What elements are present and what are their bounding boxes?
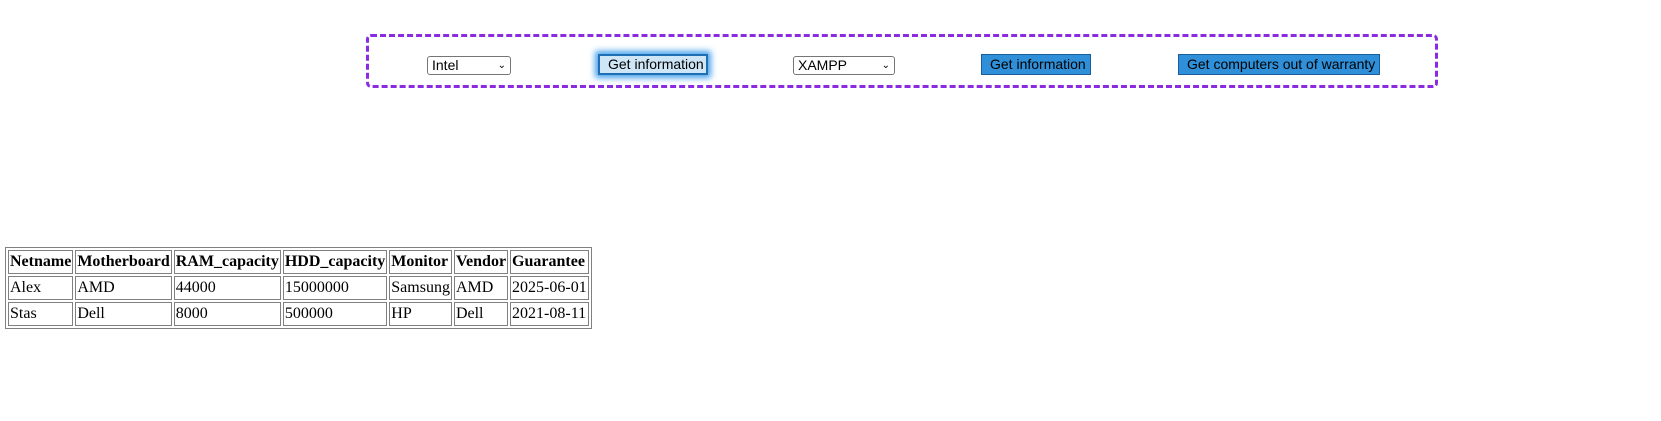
processor-select-value: Intel xyxy=(432,57,459,73)
cell-netname: Alex xyxy=(8,276,74,300)
table-row: Stas Dell 8000 500000 HP Dell 2021-08-11 xyxy=(8,302,589,326)
cell-motherboard: AMD xyxy=(75,276,172,300)
server-select[interactable]: XAMPP ⌄ xyxy=(793,56,895,75)
cell-ram-capacity: 8000 xyxy=(173,302,281,326)
column-header-vendor: Vendor xyxy=(453,250,509,274)
column-header-netname: Netname xyxy=(8,250,74,274)
chevron-down-icon: ⌄ xyxy=(881,60,890,71)
column-header-ram-capacity: RAM_capacity xyxy=(173,250,281,274)
cell-hdd-capacity: 500000 xyxy=(282,302,388,326)
cell-guarantee: 2025-06-01 xyxy=(510,276,589,300)
cell-vendor: AMD xyxy=(453,276,509,300)
cell-ram-capacity: 44000 xyxy=(173,276,281,300)
get-out-of-warranty-button[interactable]: Get computers out of warranty xyxy=(1178,54,1380,75)
table-row: Alex AMD 44000 15000000 Samsung AMD 2025… xyxy=(8,276,589,300)
cell-monitor: Samsung xyxy=(389,276,452,300)
cell-vendor: Dell xyxy=(453,302,509,326)
get-information-button-1[interactable]: Get information xyxy=(598,54,708,75)
cell-netname: Stas xyxy=(8,302,74,326)
cell-motherboard: Dell xyxy=(75,302,172,326)
cell-guarantee: 2021-08-11 xyxy=(510,302,589,326)
get-information-button-2[interactable]: Get information xyxy=(981,54,1091,75)
cell-monitor: HP xyxy=(389,302,452,326)
column-header-guarantee: Guarantee xyxy=(510,250,589,274)
control-panel: Intel ⌄ Get information XAMPP ⌄ Get info… xyxy=(366,34,1438,88)
chevron-down-icon: ⌄ xyxy=(497,60,506,71)
column-header-motherboard: Motherboard xyxy=(75,250,172,274)
column-header-monitor: Monitor xyxy=(389,250,452,274)
cell-hdd-capacity: 15000000 xyxy=(282,276,388,300)
column-header-hdd-capacity: HDD_capacity xyxy=(282,250,388,274)
table-header-row: Netname Motherboard RAM_capacity HDD_cap… xyxy=(8,250,589,274)
server-select-value: XAMPP xyxy=(798,57,848,73)
processor-select[interactable]: Intel ⌄ xyxy=(427,56,511,75)
computers-table: Netname Motherboard RAM_capacity HDD_cap… xyxy=(5,247,592,329)
